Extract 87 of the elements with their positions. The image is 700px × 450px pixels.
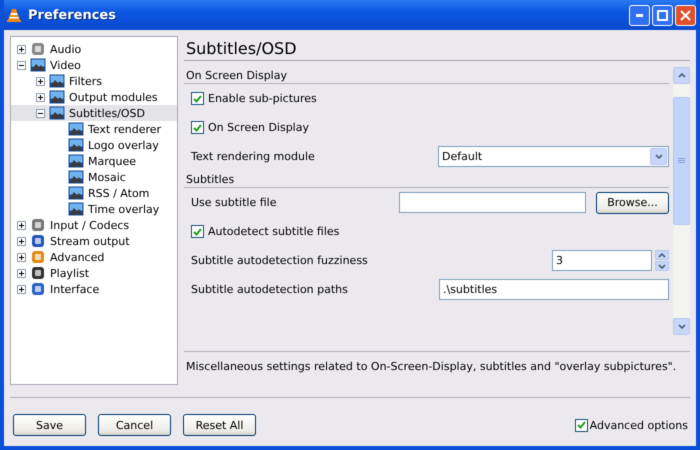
grip-icon [678, 158, 685, 164]
image-icon [49, 74, 65, 88]
category-icon [30, 217, 46, 233]
maximize-icon [657, 10, 668, 20]
description-text: Miscellaneous settings related to On-Screen-Display, subtitles and "overlay subpictures". [184, 351, 690, 374]
expand-icon[interactable] [17, 252, 26, 262]
dialog-button[interactable]: Save [13, 414, 86, 436]
checkbox[interactable] [191, 225, 204, 238]
tree-item[interactable]: Time overlay [11, 201, 177, 217]
tree-item[interactable]: Logo overlay [11, 137, 177, 153]
tree-item[interactable]: Marquee [11, 153, 177, 169]
checkbox[interactable] [191, 92, 204, 105]
expand-icon[interactable] [17, 284, 26, 294]
number-field[interactable]: 3 [552, 250, 652, 271]
image-icon [49, 106, 65, 120]
check-icon [193, 124, 202, 132]
chevron-up-icon [678, 73, 686, 78]
image-icon [68, 138, 84, 152]
dialog-button[interactable]: Reset All [183, 414, 256, 436]
image-icon [68, 154, 84, 168]
dropdown[interactable]: Default [438, 146, 669, 167]
tree-item[interactable]: RSS / Atom [11, 185, 177, 201]
expand-icon[interactable] [36, 76, 45, 86]
spin-up-button[interactable] [655, 250, 669, 260]
input-field[interactable] [399, 192, 586, 212]
close-icon [680, 10, 691, 20]
cone-icon [6, 7, 22, 23]
category-icon [30, 265, 46, 281]
dialog-button[interactable]: Cancel [98, 414, 171, 436]
spin-down-button[interactable] [655, 261, 669, 271]
check-icon [576, 421, 586, 429]
chevron-down-icon [658, 264, 666, 268]
category-icon [30, 249, 46, 265]
window-title: Preferences [28, 8, 116, 22]
input-field[interactable]: .\subtitles [439, 279, 669, 300]
section-heading: On Screen Display [184, 67, 669, 84]
chevron-down-icon [678, 324, 686, 329]
setting-label: Subtitle autodetection fuzziness [191, 254, 368, 267]
tree-item[interactable]: Advanced [11, 249, 177, 265]
tree-item[interactable]: Filters [11, 73, 177, 89]
checkbox-label: Autodetect subtitle files [208, 225, 340, 238]
tree-item[interactable]: Subtitles/OSD [11, 105, 177, 121]
tree-item[interactable]: Stream output [11, 233, 177, 249]
expand-icon[interactable] [36, 92, 45, 102]
tree-item[interactable]: Text renderer [11, 121, 177, 137]
expand-icon[interactable] [17, 268, 26, 278]
tree-item[interactable]: Output modules [11, 89, 177, 105]
tree-item[interactable]: Playlist [11, 265, 177, 281]
category-icon [30, 281, 46, 297]
tree-item[interactable]: Input / Codecs [11, 217, 177, 233]
minimize-icon [636, 14, 643, 16]
category-icon [30, 41, 46, 57]
tree-item[interactable]: Audio [11, 41, 177, 57]
expand-icon[interactable] [17, 236, 26, 246]
expand-icon[interactable] [17, 220, 26, 230]
maximize-button[interactable] [652, 4, 673, 26]
tree-item[interactable]: Video [11, 57, 177, 73]
tree-item[interactable]: Interface [11, 281, 177, 297]
checkbox-label: Advanced options [590, 418, 688, 432]
checkbox[interactable] [191, 121, 204, 134]
scrollbar[interactable] [673, 67, 690, 335]
panel-title: Subtitles/OSD [184, 36, 690, 61]
checkbox-label: Enable sub-pictures [208, 92, 317, 105]
check-icon [193, 228, 202, 236]
section-heading: Subtitles [184, 171, 669, 188]
setting-label: Use subtitle file [191, 196, 276, 209]
image-icon [49, 90, 65, 104]
browse-button[interactable]: Browse... [596, 192, 669, 214]
setting-label: Text rendering module [191, 150, 315, 163]
chevron-up-icon [658, 252, 666, 258]
checkbox-label: On Screen Display [208, 121, 309, 134]
expand-icon[interactable] [17, 44, 26, 54]
tree-item[interactable]: Mosaic [11, 169, 177, 185]
image-icon [68, 186, 84, 200]
category-icon [30, 233, 46, 249]
setting-label: Subtitle autodetection paths [191, 283, 348, 296]
collapse-icon[interactable] [36, 108, 45, 118]
minimize-button[interactable] [629, 4, 650, 26]
close-button[interactable] [675, 4, 696, 26]
image-icon [30, 58, 46, 72]
chevron-down-icon [654, 154, 662, 159]
checkbox[interactable] [574, 418, 588, 432]
image-icon [68, 170, 84, 184]
image-icon [68, 122, 84, 136]
collapse-icon[interactable] [17, 60, 26, 70]
check-icon [193, 94, 202, 102]
image-icon [68, 202, 84, 216]
